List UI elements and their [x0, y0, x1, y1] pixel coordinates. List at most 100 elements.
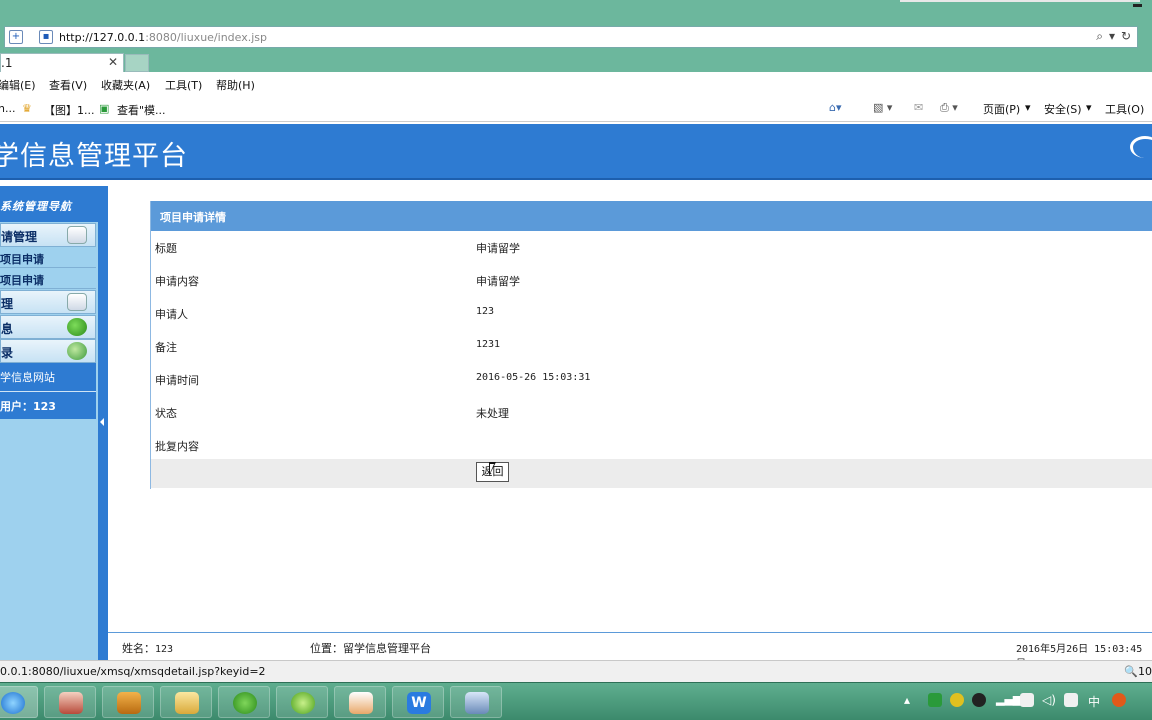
sidebar-item-logout[interactable]: 录: [0, 339, 96, 363]
zoom-value: 10: [1138, 665, 1152, 678]
detail-row: 备注 1231: [151, 330, 1152, 363]
name-value: 123: [155, 644, 174, 655]
tray-volume-icon[interactable]: ◁): [1042, 693, 1056, 707]
sidebar-current-user: 用户：123: [0, 391, 96, 419]
menu-edit[interactable]: 编辑(E): [0, 77, 36, 93]
book-icon: [117, 692, 141, 714]
sidebar-item-label: 请管理: [1, 230, 38, 244]
row-value: 2016-05-26 15:03:31: [476, 372, 591, 383]
tray-security-icon[interactable]: [928, 693, 942, 707]
detail-row: 申请时间 2016-05-26 15:03:31: [151, 363, 1152, 396]
feed-icon[interactable]: ▧ ▾: [873, 101, 892, 114]
user-label: 用户：: [0, 400, 33, 413]
search-icon[interactable]: ⌕: [1096, 29, 1103, 44]
print-icon[interactable]: ⎙ ▾: [940, 101, 958, 115]
url-host: http://127.0.0.1: [59, 31, 146, 44]
sidebar-item-manage[interactable]: 理: [0, 290, 96, 314]
menu-favorites[interactable]: 收藏夹(A): [101, 77, 150, 93]
panel-heading: 项目申请详情: [151, 201, 1152, 231]
row-label: 批复内容: [155, 440, 199, 453]
tray-expand-icon[interactable]: ▴: [904, 693, 910, 707]
sidebar-item-website[interactable]: 学信息网站: [0, 363, 96, 391]
favorite-item[interactable]: 查看"模...: [117, 102, 166, 118]
taskbar-ie[interactable]: [0, 686, 38, 718]
chevron-down-icon: ▾: [1086, 101, 1092, 114]
zoom-icon: 🔍: [1124, 665, 1138, 678]
taskbar-paw[interactable]: [218, 686, 270, 718]
safety-menu[interactable]: 安全(S): [1044, 101, 1082, 117]
detail-row: 申请内容 申请留学: [151, 264, 1152, 297]
sidebar-title: 系统管理导航: [0, 186, 98, 222]
page-menu[interactable]: 页面(P): [983, 101, 1020, 117]
dropdown-icon[interactable]: ▾: [1109, 29, 1115, 43]
sidebar-item-project-apply[interactable]: 项目申请: [0, 248, 96, 268]
row-label: 标题: [155, 242, 177, 255]
taskbar-book[interactable]: [102, 686, 154, 718]
mail-icon[interactable]: ✉: [914, 101, 923, 114]
home-icon[interactable]: ⌂▾: [829, 101, 842, 114]
favorite-item[interactable]: 【图】1...: [44, 102, 95, 118]
menu-tools[interactable]: 工具(T): [165, 77, 202, 93]
taskbar-notes[interactable]: [44, 686, 96, 718]
folder-icon: [175, 692, 199, 714]
address-bar[interactable]: + ▪ http://127.0.0.1:8080/liuxue/index.j…: [4, 26, 1138, 48]
network-icon: [465, 692, 489, 714]
row-value: 123: [476, 306, 495, 317]
url-text[interactable]: http://127.0.0.1:8080/liuxue/index.jsp: [59, 31, 267, 44]
tray-plus-icon[interactable]: [950, 693, 964, 707]
minimize-button[interactable]: [1133, 4, 1142, 7]
detail-row: 申请人 123: [151, 297, 1152, 330]
taskbar-java[interactable]: [334, 686, 386, 718]
sidebar-splitter[interactable]: [98, 186, 108, 660]
app-header: 学信息管理平台: [0, 124, 1152, 180]
paw-icon: [233, 692, 257, 714]
sidebar-item-label: 理: [1, 297, 14, 311]
globe-icon: [67, 318, 87, 336]
sidebar-item-project-apply-2[interactable]: 项目申请: [0, 269, 96, 289]
sidebar-item-label: 项目申请: [0, 253, 44, 266]
location-value: 留学信息管理平台: [343, 642, 431, 655]
favorite-item[interactable]: n...: [0, 102, 15, 115]
tray-flag-icon[interactable]: [1064, 693, 1078, 707]
menu-help[interactable]: 帮助(H): [216, 77, 255, 93]
sidebar-item-info[interactable]: 息: [0, 315, 96, 339]
sidebar-item-apply-manage[interactable]: 请管理: [0, 223, 96, 247]
row-label: 申请人: [155, 308, 188, 321]
menu-bar: 编辑(E) 查看(V) 收藏夹(A) 工具(T) 帮助(H): [0, 72, 1152, 96]
tab-strip: .1 ✕: [0, 50, 1152, 72]
new-tab-button[interactable]: [125, 54, 149, 72]
detail-row: 状态 未处理: [151, 396, 1152, 429]
menu-view[interactable]: 查看(V): [49, 77, 87, 93]
taskbar: W ▴ ▂▄▆ ◁) 中: [0, 682, 1152, 720]
browser-status-bar: 0.0.1:8080/liuxue/xmsq/xmsqdetail.jsp?ke…: [0, 660, 1152, 682]
collapse-arrow-icon[interactable]: [100, 418, 104, 426]
tray-signal-icon[interactable]: ▂▄▆: [996, 693, 1021, 707]
taskbar-network[interactable]: [450, 686, 502, 718]
trophy-icon: ♛: [22, 102, 32, 115]
chevron-down-icon: ▾: [1025, 101, 1031, 114]
tray-ime-icon[interactable]: 中: [1088, 693, 1102, 709]
refresh-icon[interactable]: ↻: [1121, 29, 1131, 43]
detail-row: 标题 申请留学: [151, 231, 1152, 264]
location-label: 位置：: [310, 642, 343, 655]
tray-sogou-icon[interactable]: [1112, 693, 1126, 707]
tray-battery-icon[interactable]: [1020, 693, 1034, 707]
detail-panel: 项目申请详情 标题 申请留学 申请内容 申请留学 申请人 123 备注 1231…: [150, 201, 1152, 489]
taskbar-wps[interactable]: W: [392, 686, 444, 718]
zoom-indicator[interactable]: 🔍10: [1124, 665, 1152, 678]
logo-icon: [1130, 136, 1152, 158]
favorites-bar: n... ♛ 【图】1... ▣ 查看"模... ⌂▾ ▧ ▾ ✉ ⎙ ▾ 页面…: [0, 96, 1152, 122]
page-icon: ▪: [39, 30, 53, 44]
back-shield-icon[interactable]: +: [9, 30, 23, 44]
sidebar-item-label: 项目申请: [0, 274, 44, 287]
url-path: :8080/liuxue/index.jsp: [145, 31, 267, 44]
sidebar-item-label: 学信息网站: [0, 371, 55, 384]
taskbar-folder[interactable]: [160, 686, 212, 718]
close-tab-icon[interactable]: ✕: [108, 55, 118, 69]
tab-active[interactable]: .1 ✕: [0, 53, 124, 72]
tools-menu[interactable]: 工具(O): [1105, 101, 1144, 117]
eclipse-icon: [291, 692, 315, 714]
tray-qq-icon[interactable]: [972, 693, 986, 707]
ie-icon: [1, 692, 25, 714]
taskbar-eclipse[interactable]: [276, 686, 328, 718]
